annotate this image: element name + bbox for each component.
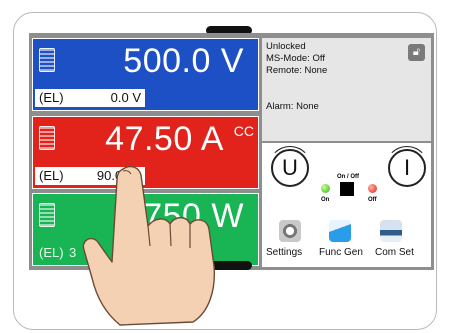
- pointing-hand-illustration: [82, 165, 216, 326]
